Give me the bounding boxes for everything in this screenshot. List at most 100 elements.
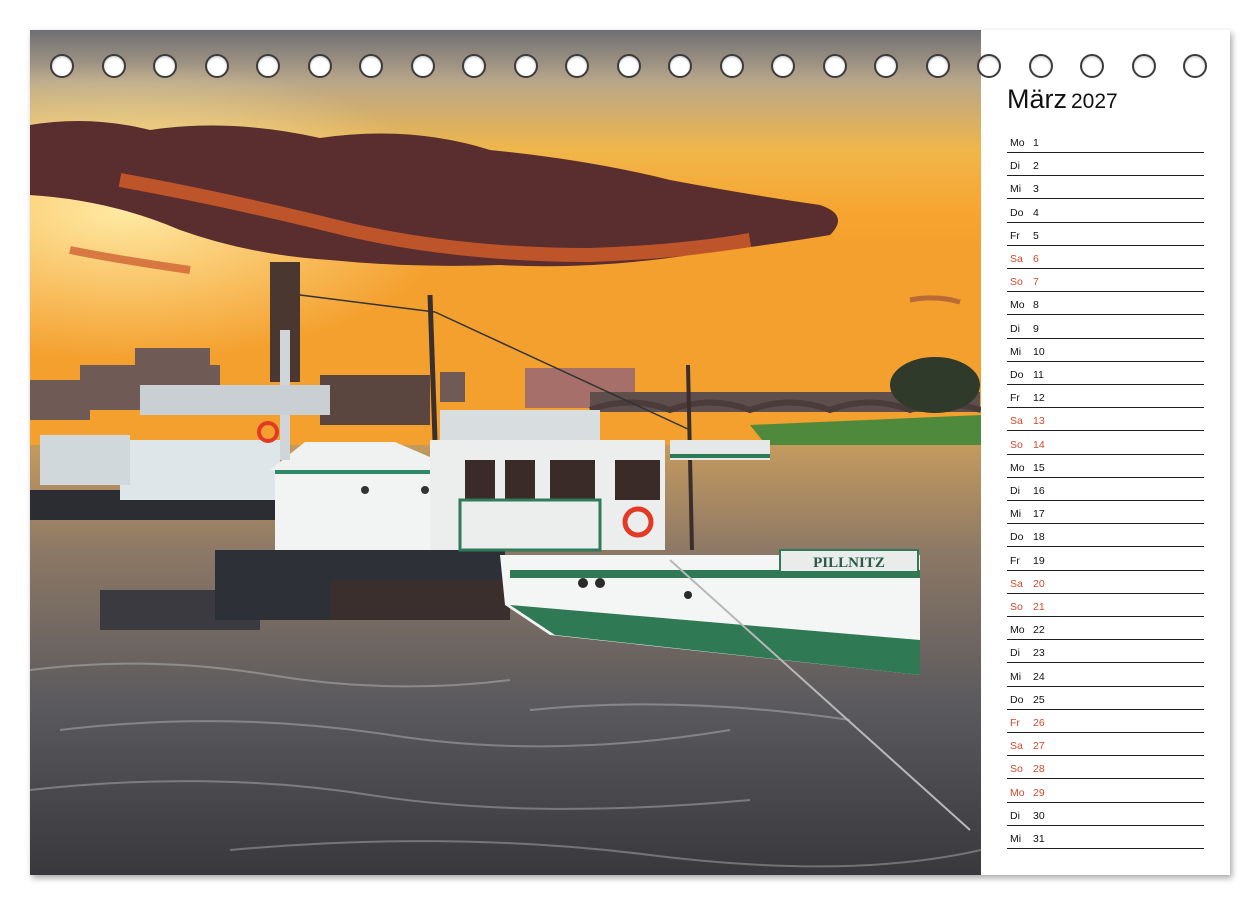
day-number: 15	[1033, 461, 1045, 474]
day-number: 29	[1033, 786, 1045, 799]
day-row: Di 2	[1007, 152, 1204, 177]
day-number: 5	[1033, 229, 1039, 242]
day-number: 26	[1033, 717, 1045, 729]
day-row: Sa 20	[1007, 570, 1204, 594]
day-row: Mo 8	[1007, 291, 1204, 316]
day-row: Di 9	[1007, 315, 1204, 339]
day-abbr: Mi	[1010, 345, 1022, 358]
day-number: 27	[1033, 740, 1045, 753]
binding-ring	[256, 54, 280, 78]
day-number: 14	[1033, 438, 1045, 451]
day-row: Di 30	[1007, 802, 1204, 826]
day-row: So 14	[1007, 431, 1204, 455]
day-number: 3	[1033, 183, 1039, 196]
day-abbr: Di	[1010, 647, 1020, 660]
day-row: Sa 27	[1007, 732, 1204, 757]
day-abbr: Mi	[1010, 508, 1022, 521]
day-abbr: Do	[1010, 531, 1024, 544]
day-abbr: Do	[1010, 369, 1024, 381]
day-abbr: Sa	[1010, 577, 1023, 590]
binding-ring	[101, 54, 126, 78]
day-number: 8	[1033, 299, 1039, 312]
day-number: 13	[1033, 415, 1045, 428]
day-row: So 28	[1007, 755, 1204, 780]
day-row: Mi 24	[1007, 663, 1204, 687]
binding-ring	[410, 54, 435, 78]
day-abbr: Sa	[1010, 740, 1023, 753]
day-row: Mo 1	[1007, 129, 1204, 153]
day-row: Mo 15	[1007, 454, 1204, 478]
day-number: 30	[1033, 809, 1045, 822]
day-abbr: Mo	[1010, 299, 1025, 312]
day-abbr: Di	[1010, 160, 1020, 173]
day-abbr: So	[1010, 438, 1023, 451]
day-abbr: So	[1010, 763, 1023, 776]
day-number: 7	[1033, 276, 1039, 289]
binding-ring	[359, 54, 383, 78]
binding-ring	[204, 54, 229, 78]
day-row: Mi 31	[1007, 825, 1204, 849]
calendar-page: PILLNITZ März 2027 Mo 1 Di 2 Mi 3 Do 4 Fr 5 Sa 6 So 7 M…	[30, 30, 1230, 875]
day-abbr: Di	[1010, 485, 1020, 497]
day-abbr: Di	[1010, 322, 1020, 335]
day-row: Mi 3	[1007, 175, 1204, 200]
binding-ring	[565, 54, 589, 78]
day-abbr: Do	[1010, 206, 1024, 219]
binding-ring	[874, 54, 898, 78]
day-row: Mi 17	[1007, 500, 1204, 525]
day-row: Di 23	[1007, 639, 1204, 664]
day-number: 20	[1033, 577, 1045, 590]
day-abbr: Sa	[1010, 415, 1023, 428]
binding-ring	[50, 54, 74, 78]
binding-ring	[771, 54, 795, 78]
day-abbr: Mo	[1010, 624, 1025, 637]
day-abbr: Di	[1010, 809, 1020, 822]
day-abbr: Fr	[1010, 717, 1020, 729]
day-number: 31	[1033, 833, 1045, 845]
day-abbr: Mi	[1010, 183, 1022, 196]
binding-ring	[925, 54, 950, 78]
day-abbr: Fr	[1010, 554, 1020, 567]
day-row: Do 11	[1007, 361, 1204, 385]
day-number: 16	[1033, 485, 1045, 497]
month-title: März 2027	[1007, 84, 1118, 115]
day-number: 17	[1033, 508, 1045, 521]
day-abbr: Sa	[1010, 253, 1023, 265]
day-abbr: Do	[1010, 693, 1024, 706]
day-row: Mo 22	[1007, 616, 1204, 641]
month-year: 2027	[1071, 90, 1118, 113]
day-row: Sa 6	[1007, 245, 1204, 269]
day-number: 22	[1033, 624, 1045, 637]
month-name: März	[1007, 84, 1067, 114]
day-row: Do 18	[1007, 523, 1204, 548]
day-row: Do 25	[1007, 686, 1204, 710]
day-row: Mi 10	[1007, 338, 1204, 362]
day-number: 21	[1033, 601, 1045, 613]
day-number: 9	[1033, 322, 1039, 335]
binding-ring	[668, 54, 692, 78]
day-row: Fr 12	[1007, 384, 1204, 409]
day-abbr: So	[1010, 276, 1023, 289]
day-number: 24	[1033, 670, 1045, 683]
photo-illustration: PILLNITZ	[30, 30, 981, 875]
calendar-sidebar: März 2027 Mo 1 Di 2 Mi 3 Do 4 Fr 5 Sa 6 So 7 Mo 8 Di 9 Mi 10…	[981, 30, 1230, 875]
day-abbr: Mo	[1010, 137, 1025, 149]
day-number: 1	[1033, 137, 1039, 149]
binding-ring	[462, 54, 486, 78]
day-abbr: Fr	[1010, 229, 1020, 242]
day-number: 28	[1033, 763, 1045, 776]
day-number: 18	[1033, 531, 1045, 544]
day-row: Mo 29	[1007, 779, 1204, 803]
day-row: Fr 5	[1007, 222, 1204, 246]
day-number: 23	[1033, 647, 1045, 660]
day-abbr: Mi	[1010, 833, 1022, 845]
day-number: 6	[1033, 253, 1039, 265]
binding-ring	[307, 54, 332, 78]
day-number: 11	[1033, 369, 1044, 381]
day-number: 10	[1033, 345, 1045, 358]
day-number: 4	[1033, 206, 1039, 219]
day-row: Sa 13	[1007, 407, 1204, 432]
photo-paddle-steamer-sunset: PILLNITZ	[30, 30, 981, 875]
day-abbr: Fr	[1010, 392, 1020, 405]
day-row: Do 4	[1007, 199, 1204, 223]
